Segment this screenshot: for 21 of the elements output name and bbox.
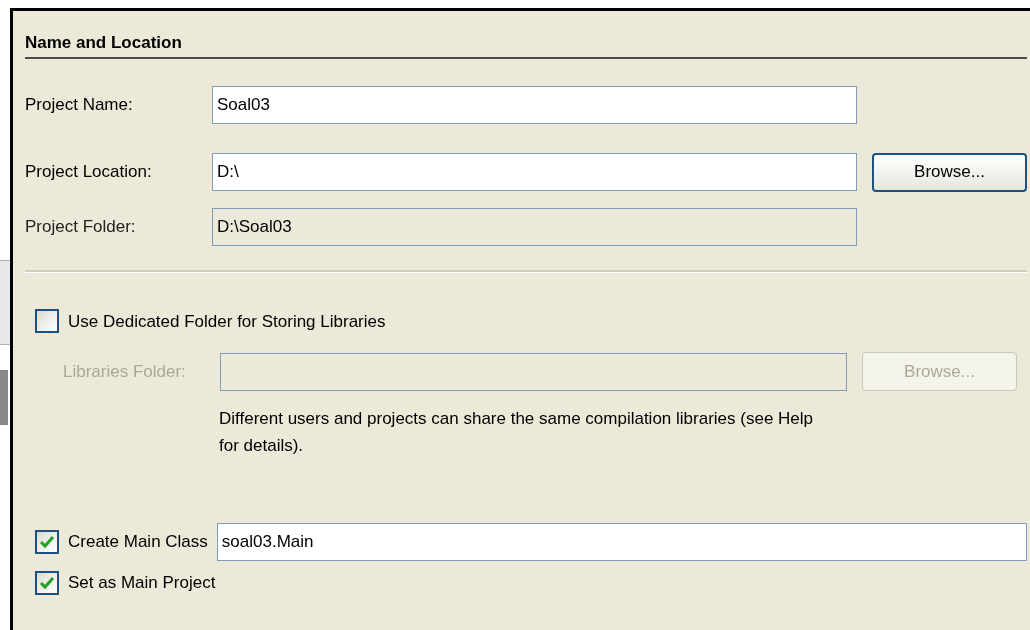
field-label: Project Name: [25, 93, 134, 116]
browse-button[interactable]: Browse... [872, 152, 1027, 192]
checkbox[interactable] [35, 570, 59, 595]
text-field[interactable]: Soal03 [212, 85, 857, 124]
field-label: Project Location: [25, 161, 153, 184]
text-field[interactable]: D:\ [212, 153, 857, 191]
field-label: Project Folder: [25, 215, 137, 238]
checkbox-label: Use Dedicated Folder for Storing Libraries [68, 310, 386, 333]
text-field: D:\Soal03 [212, 207, 857, 246]
checkbox-label: Set as Main Project [68, 572, 216, 594]
checkbox-label: Create Main Class [68, 531, 208, 554]
scrollbar-thumb [0, 370, 8, 425]
check-icon [39, 535, 55, 549]
checkbox[interactable] [35, 309, 59, 334]
check-icon [39, 575, 55, 590]
text-field[interactable]: soal03.Main [216, 523, 1027, 561]
help-text: Different users and projects can share the same compilation libraries (see Help for details). [219, 408, 815, 457]
field-label: Libraries Folder: [62, 360, 187, 383]
checkbox[interactable] [35, 530, 59, 554]
browse-button: Browse... [862, 352, 1017, 391]
section-title: Name and Location [25, 33, 182, 52]
